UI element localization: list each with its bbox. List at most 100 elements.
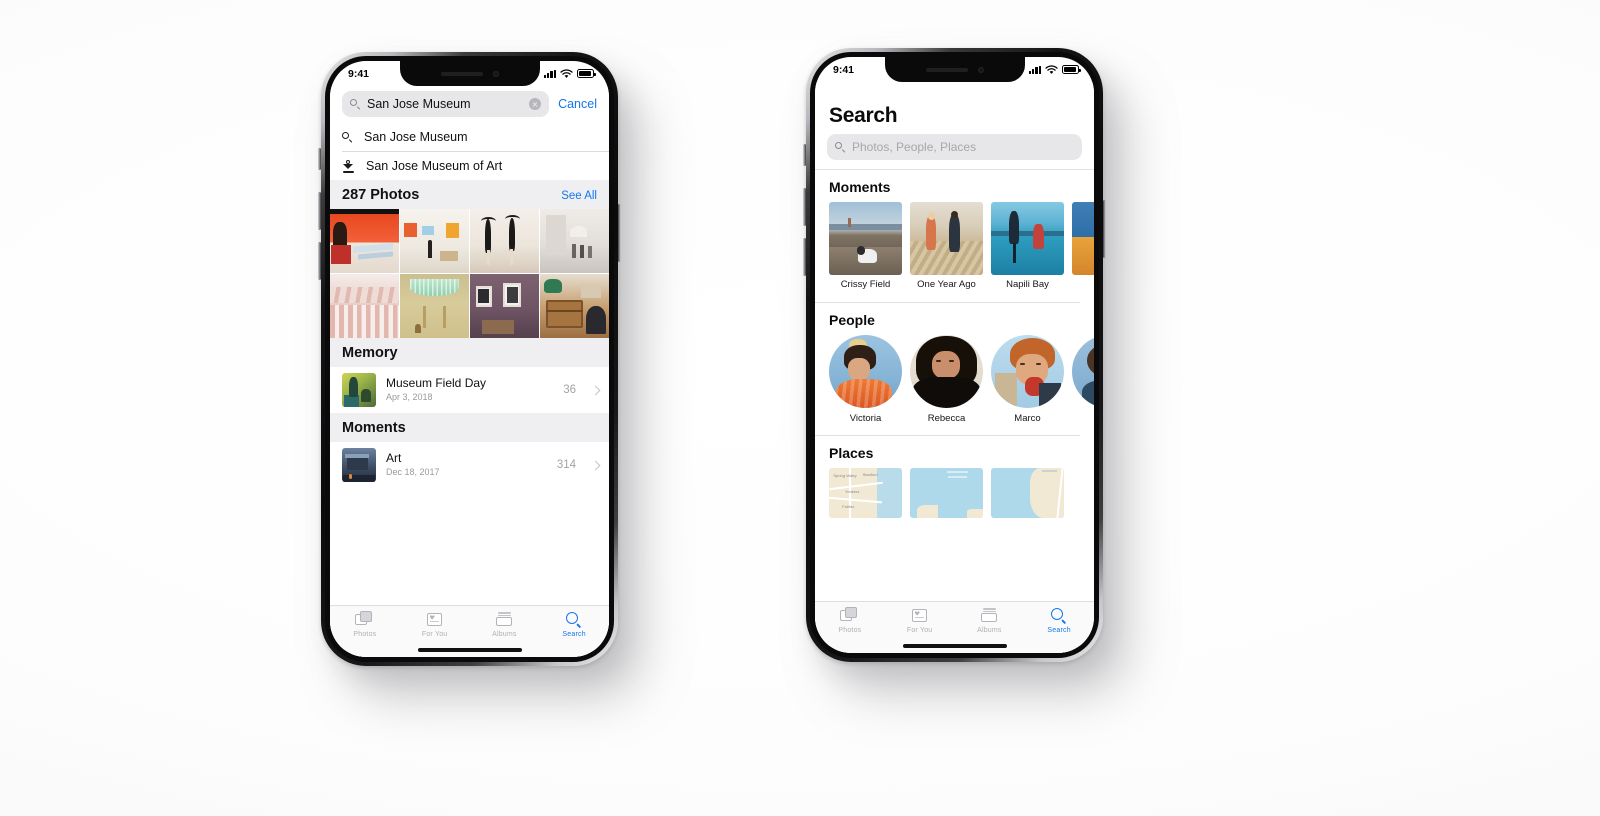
search-bar-row: San Jose Museum Cancel xyxy=(330,86,609,123)
places-carousel[interactable]: Spring Valley Stanford Yonkers Fairfax xyxy=(829,467,1094,518)
volume-down-button[interactable] xyxy=(803,238,806,276)
photo-cell-gallery-white-wall-artworks[interactable] xyxy=(400,209,469,273)
search-input[interactable]: San Jose Museum xyxy=(342,91,550,117)
memory-row-count: 36 xyxy=(563,384,576,396)
status-time: 9:41 xyxy=(348,67,370,80)
home-indicator[interactable] xyxy=(902,644,1007,648)
person-card-marco[interactable]: Marco xyxy=(991,334,1064,424)
memory-header-title: Memory xyxy=(342,345,398,361)
tab-label: Albums xyxy=(492,631,517,638)
side-power-button[interactable] xyxy=(618,204,621,262)
photo-cell-vintage-luggage-exhibit[interactable] xyxy=(540,274,609,338)
earpiece-speaker-icon xyxy=(925,67,968,72)
memory-thumbnail xyxy=(342,373,376,407)
tab-search[interactable]: Search xyxy=(539,611,609,638)
place-card-peninsula-map[interactable] xyxy=(991,467,1064,518)
moments-section: Moments Crissy Field One Year Ago Napili… xyxy=(815,170,1094,291)
photo-cell-framed-photographs-purple-wall[interactable] xyxy=(470,274,539,338)
front-camera-icon xyxy=(492,70,499,77)
cancel-button[interactable]: Cancel xyxy=(558,97,597,111)
tab-for-you[interactable]: For You xyxy=(400,611,470,638)
moment-thumbnail xyxy=(991,202,1064,275)
moment-card-napili-bay[interactable]: Napili Bay xyxy=(991,202,1064,291)
side-power-button[interactable] xyxy=(1103,200,1106,258)
home-indicator[interactable] xyxy=(417,648,522,652)
avatar xyxy=(829,334,902,408)
photo-cell-two-ballet-dancers[interactable] xyxy=(470,209,539,273)
photo-cell-pink-columned-facade[interactable] xyxy=(330,274,399,338)
page-title: Search xyxy=(829,104,898,127)
person-card-rebecca[interactable]: Rebecca xyxy=(910,334,983,424)
wifi-icon xyxy=(560,68,573,78)
silent-switch[interactable] xyxy=(318,148,321,170)
moments-section-title: Moments xyxy=(829,179,891,195)
suggestion-row-1[interactable]: San Jose Museum of Art xyxy=(330,152,609,180)
person-card-victoria[interactable]: Victoria xyxy=(829,334,902,424)
clear-search-icon[interactable] xyxy=(529,98,542,110)
avatar xyxy=(910,334,983,408)
moment-card-one-year-ago[interactable]: One Year Ago xyxy=(910,202,983,291)
tab-label: Photos xyxy=(353,631,377,638)
people-carousel[interactable]: Victoria Rebecca Marco xyxy=(829,334,1094,424)
tab-search[interactable]: Search xyxy=(1024,607,1094,634)
place-card-coastal-water-map[interactable] xyxy=(910,467,983,518)
suggestion-row-0[interactable]: San Jose Museum xyxy=(330,123,609,151)
tab-label: Albums xyxy=(977,627,1002,634)
moments-header-title: Moments xyxy=(342,420,406,436)
person-label: Rebecca xyxy=(927,412,966,424)
volume-up-button[interactable] xyxy=(318,192,321,230)
tab-photos[interactable]: Photos xyxy=(330,611,400,638)
person-card-partial[interactable] xyxy=(1072,334,1094,424)
moments-row-date: Dec 18, 2017 xyxy=(386,467,440,478)
for-you-icon xyxy=(910,607,929,624)
status-time: 9:41 xyxy=(833,63,855,76)
volume-up-button[interactable] xyxy=(803,188,806,226)
battery-icon xyxy=(1062,65,1081,74)
search-input-value: San Jose Museum xyxy=(367,97,471,111)
tab-albums[interactable]: Albums xyxy=(955,607,1025,634)
places-section: Places Spring Valley Stanford Yonkers Fa… xyxy=(815,436,1094,518)
search-icon xyxy=(835,141,846,153)
memory-row-title: Museum Field Day xyxy=(386,376,487,391)
silent-switch[interactable] xyxy=(803,144,806,166)
moments-row-count: 314 xyxy=(556,459,576,471)
photos-icon xyxy=(355,611,374,628)
moment-label: Napili Bay xyxy=(1006,279,1049,290)
search-input[interactable]: Photos, People, Places xyxy=(827,134,1082,160)
photo-cell-red-abstract-painting[interactable] xyxy=(330,209,399,273)
volume-down-button[interactable] xyxy=(318,242,321,280)
moment-card-partial[interactable] xyxy=(1072,202,1094,291)
search-bar-row: Photos, People, Places xyxy=(815,134,1094,169)
people-section-title: People xyxy=(829,311,875,328)
moment-label: Crissy Field xyxy=(840,279,891,290)
tab-for-you[interactable]: For You xyxy=(885,607,955,634)
photo-cell-museum-atrium-visitors[interactable] xyxy=(540,209,609,273)
see-all-button[interactable]: See All xyxy=(561,190,597,202)
device-bezel-left: 9:41 San Jose Museum Cancel San Jose Mus… xyxy=(325,56,614,662)
moments-carousel[interactable]: Crissy Field One Year Ago Napili Bay xyxy=(829,202,1094,291)
scene-background: 9:41 San Jose Museum Cancel San Jose Mus… xyxy=(0,0,1600,816)
search-icon xyxy=(1051,607,1067,624)
tab-label: Search xyxy=(1047,626,1071,634)
photos-icon xyxy=(840,607,859,624)
screen-left: 9:41 San Jose Museum Cancel San Jose Mus… xyxy=(330,61,609,657)
avatar xyxy=(991,334,1064,408)
moment-card-crissy-field[interactable]: Crissy Field xyxy=(829,202,902,291)
tab-albums[interactable]: Albums xyxy=(470,611,540,638)
memory-section-header: Memory xyxy=(330,338,609,367)
notch-right xyxy=(884,57,1025,82)
photo-cell-green-glass-ceiling-hall[interactable] xyxy=(400,274,469,338)
memory-row-museum-field-day[interactable]: Museum Field Day Apr 3, 2018 36 xyxy=(330,367,609,413)
moments-row-art[interactable]: Art Dec 18, 2017 314 xyxy=(330,442,609,488)
iphone-device-right: 9:41 Search Photos, People, Places Momen… xyxy=(803,48,1106,662)
chevron-right-icon xyxy=(590,385,601,395)
tab-label: For You xyxy=(906,627,933,634)
app-content-right: Search Photos, People, Places Moments Cr… xyxy=(815,82,1094,653)
memory-row-date: Apr 3, 2018 xyxy=(386,392,433,403)
search-placeholder: Photos, People, Places xyxy=(852,140,977,154)
wifi-icon xyxy=(1045,64,1058,74)
people-section: People Victoria Rebecca Marco xyxy=(815,303,1094,424)
cellular-signal-icon xyxy=(543,69,556,78)
place-card-bay-area-map[interactable]: Spring Valley Stanford Yonkers Fairfax xyxy=(829,467,902,518)
tab-photos[interactable]: Photos xyxy=(815,607,885,634)
